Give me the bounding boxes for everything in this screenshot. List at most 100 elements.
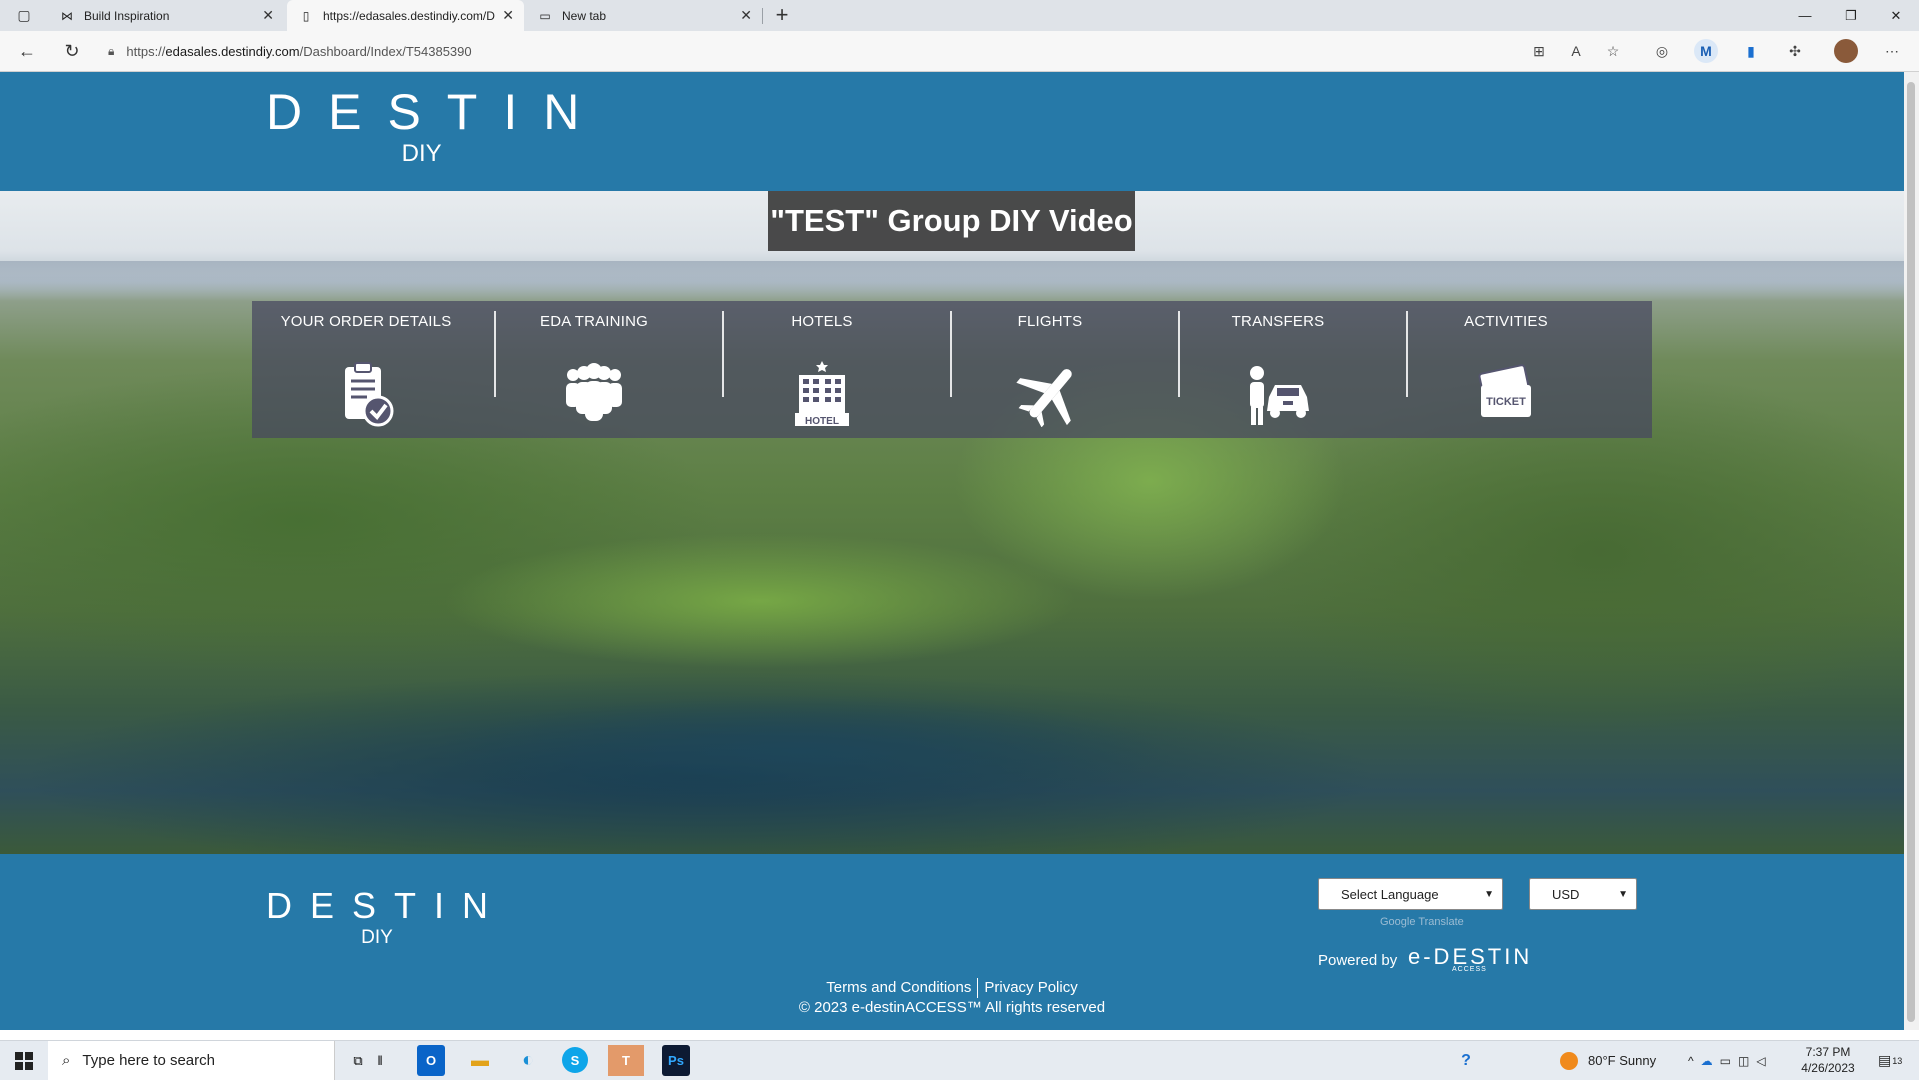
logo-word: DESTIN: [266, 84, 606, 140]
new-tab-button[interactable]: +: [764, 0, 800, 34]
close-tab-icon[interactable]: ✕: [740, 7, 752, 24]
collections-icon[interactable]: ▮: [1739, 39, 1763, 63]
profile-m-icon[interactable]: M: [1694, 39, 1718, 63]
language-select-value: Select Language: [1341, 886, 1439, 902]
help-icon[interactable]: ?: [1448, 1045, 1484, 1076]
people-group-icon: [566, 363, 622, 421]
windows-taskbar: ⌕ Type here to search ⧉ ‖ O ▬ ◐ S T Ps ?…: [0, 1040, 1919, 1080]
chevron-down-icon: ▼: [1618, 888, 1628, 900]
tab-destindiy[interactable]: ▯ https://edasales.destindiy.com/D ✕: [287, 0, 524, 31]
close-tab-icon[interactable]: ✕: [262, 7, 274, 24]
network-icon: ▭: [1719, 1053, 1738, 1068]
file-explorer-icon[interactable]: ▬: [462, 1045, 498, 1076]
destin-diy-logo[interactable]: DESTIN DIY: [266, 86, 605, 168]
menu-label: TRANSFERS: [1231, 313, 1325, 330]
taskbar-clock[interactable]: 7:37 PM 4/26/2023: [1788, 1044, 1868, 1076]
menu-item-flights[interactable]: FLIGHTS: [936, 301, 1164, 438]
privacy-link[interactable]: Privacy Policy: [984, 979, 1077, 996]
hotel-icon-text: HOTEL: [805, 416, 839, 427]
menu-item-activities[interactable]: ACTIVITIES TICKET: [1392, 301, 1620, 438]
tab-build-inspiration[interactable]: ⋈ Build Inspiration ✕: [48, 0, 284, 31]
close-tab-icon[interactable]: ✕: [502, 7, 514, 24]
notification-count: 13: [1892, 1055, 1903, 1066]
menu-item-order-details[interactable]: YOUR ORDER DETAILS: [252, 301, 480, 438]
footer-logo-sub: DIY: [361, 927, 393, 948]
main-menu: YOUR ORDER DETAILS EDA TRAINING HOTELS H…: [252, 301, 1652, 438]
cloud-icon: ☁: [1700, 1053, 1720, 1068]
chevron-up-icon: ^: [1688, 1053, 1701, 1068]
app-available-icon[interactable]: ⊞: [1527, 39, 1551, 63]
minimize-button[interactable]: —: [1782, 0, 1828, 31]
footer-links: Terms and Conditions Privacy Policy: [0, 978, 1904, 998]
tab-actions-icon[interactable]: ▢: [6, 0, 42, 34]
favorite-star-icon[interactable]: ☆: [1601, 39, 1625, 63]
site-footer: DESTIN DIY Select Language ▼ USD ▼ Googl…: [0, 854, 1904, 1030]
address-toolbar: ← ↻ 🔒︎ https://edasales.destindiy.com/Da…: [0, 31, 1919, 72]
bowtie-icon: ⋈: [61, 8, 73, 23]
extension-icon[interactable]: ◎: [1650, 39, 1674, 63]
footer-logo[interactable]: DESTIN DIY: [266, 888, 506, 949]
weather-widget[interactable]: 80°F Sunny: [1560, 1041, 1656, 1080]
page-icon: ▯: [302, 8, 310, 23]
refresh-icon[interactable]: ↻: [54, 31, 90, 71]
copyright-text: © 2023 e-destinACCESS™ All rights reserv…: [798, 999, 1106, 1016]
hero-banner: "TEST" Group DIY Video YOUR ORDER DETAIL…: [0, 191, 1904, 854]
menu-item-eda-training[interactable]: EDA TRAINING: [480, 301, 708, 438]
clipboard-check-icon: [345, 362, 394, 427]
menu-item-hotels[interactable]: HOTELS HOTEL: [708, 301, 936, 438]
close-window-button[interactable]: ✕: [1873, 0, 1919, 31]
weather-text: 80°F Sunny: [1588, 1053, 1657, 1068]
taskbar-divider-icon: ‖: [377, 1053, 383, 1068]
menu-label: FLIGHTS: [1017, 313, 1083, 330]
menu-label: EDA TRAINING: [540, 313, 648, 330]
menu-label: ACTIVITIES: [1464, 313, 1548, 330]
tab-new-tab[interactable]: ▭ New tab ✕: [526, 0, 762, 31]
speaker-icon: ◁: [1756, 1053, 1773, 1068]
menu-label: HOTELS: [791, 313, 853, 330]
skype-icon[interactable]: S: [562, 1047, 588, 1073]
language-select[interactable]: Select Language ▼: [1318, 878, 1503, 910]
taskbar-search-input[interactable]: ⌕ Type here to search: [48, 1041, 335, 1080]
photoshop-icon[interactable]: Ps: [662, 1045, 690, 1076]
newtab-icon: ▭: [539, 8, 551, 23]
search-icon: ⌕: [62, 1052, 71, 1069]
url-prefix: https://: [126, 43, 166, 59]
chevron-down-icon: ▼: [1484, 888, 1494, 900]
hero-title: "TEST" Group DIY Video: [768, 191, 1135, 251]
address-input[interactable]: 🔒︎ https://edasales.destindiy.com/Dashbo…: [108, 35, 1508, 67]
sun-icon: [1560, 1051, 1578, 1070]
mountain-range: [0, 261, 1904, 301]
more-menu-icon[interactable]: ⋯: [1880, 39, 1904, 63]
restore-button[interactable]: ❐: [1828, 0, 1874, 31]
hotel-icon: HOTEL: [795, 361, 849, 427]
driver-car-icon: [1250, 366, 1309, 425]
page-content: DESTIN DIY "TEST" Group DIY Video YOUR O…: [0, 72, 1904, 1030]
notifications-icon[interactable]: ▤ 13: [1878, 1041, 1902, 1080]
browser-tab-bar: ▢ ⋈ Build Inspiration ✕ ▯ https://edasal…: [0, 0, 1919, 31]
tab-title: https://edasales.destindiy.com/D: [323, 8, 495, 23]
clock-date: 4/26/2023: [1801, 1061, 1855, 1075]
tab-title: Build Inspiration: [84, 8, 170, 23]
link-divider: [977, 978, 979, 998]
avatar[interactable]: [1834, 39, 1858, 63]
currency-select[interactable]: USD ▼: [1529, 878, 1637, 910]
windows-start-icon[interactable]: [0, 1041, 48, 1080]
teams-icon[interactable]: T: [608, 1045, 644, 1076]
outlook-icon[interactable]: O: [417, 1045, 445, 1076]
edestin-access-logo: e-DESTIN ACCESS: [1408, 944, 1532, 973]
logo-sub: DIY: [401, 140, 442, 167]
extensions-puzzle-icon[interactable]: ✣: [1783, 39, 1807, 63]
menu-item-transfers[interactable]: TRANSFERS: [1164, 301, 1392, 438]
edge-browser-icon[interactable]: ◐: [510, 1045, 546, 1076]
url-host: edasales.destindiy.com: [165, 43, 300, 59]
scrollbar-thumb[interactable]: [1907, 82, 1915, 1022]
back-arrow-icon[interactable]: ←: [9, 31, 45, 71]
terms-link[interactable]: Terms and Conditions: [826, 979, 971, 996]
lock-icon: 🔒︎: [108, 43, 115, 58]
url-path: /Dashboard/Index/T54385390: [299, 43, 472, 59]
clock-time: 7:37 PM: [1805, 1045, 1851, 1059]
system-tray-icons[interactable]: ^ ☁ ▭ ◫ ◁: [1688, 1041, 1773, 1080]
read-aloud-icon[interactable]: A: [1564, 39, 1588, 63]
task-view-icon[interactable]: ⧉: [340, 1045, 376, 1076]
google-translate-link[interactable]: Google Translate: [1380, 916, 1464, 928]
